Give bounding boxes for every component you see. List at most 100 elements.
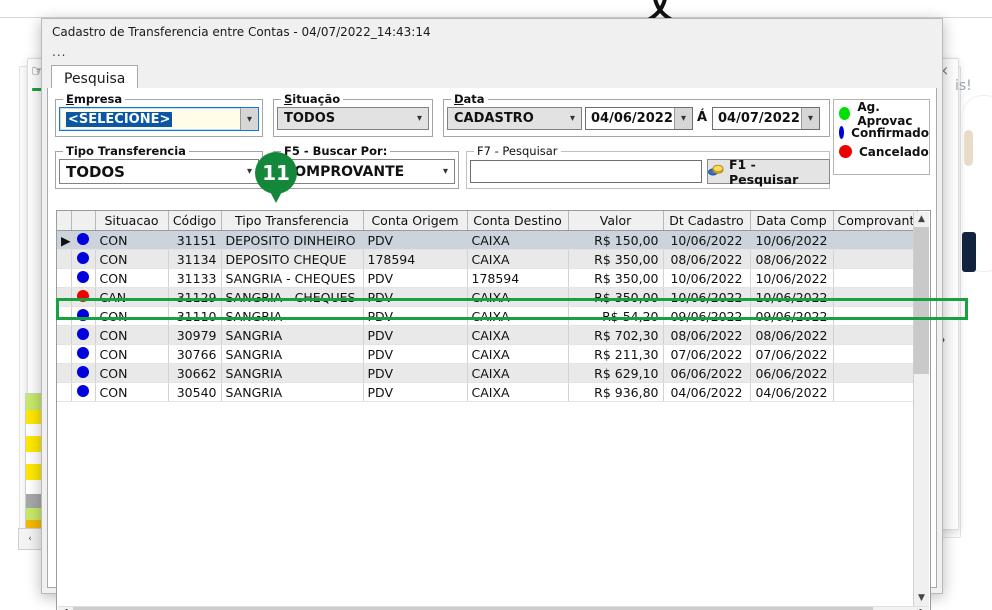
table-row[interactable]: CON 31133 SANGRIA - CHEQUES PDV 178594 R$ 350… bbox=[57, 268, 918, 288]
table-row[interactable]: CON 30766 SANGRIA PDV CAIXA R$ 211,30 07/06/20… bbox=[57, 344, 918, 364]
cell-dt-cadastro: 10/06/2022 bbox=[663, 287, 751, 307]
cell-data-comp: 10/06/2022 bbox=[750, 230, 834, 250]
status-dot-icon bbox=[77, 365, 89, 378]
cell-conta-origem: PDV bbox=[363, 230, 468, 250]
cell-dt-cadastro: 07/06/2022 bbox=[663, 344, 751, 364]
status-dot-cell bbox=[71, 344, 96, 364]
header-data-comp[interactable]: Data Comp bbox=[750, 211, 834, 231]
tipo-transferencia-value: TODOS bbox=[66, 162, 125, 181]
header-conta-destino[interactable]: Conta Destino bbox=[467, 211, 569, 231]
cell-codigo: 31110 bbox=[168, 306, 222, 326]
date-to-value: 04/07/2022 bbox=[718, 111, 800, 126]
row-marker bbox=[57, 268, 72, 288]
cell-valor: R$ 702,30 bbox=[568, 325, 664, 345]
legend-item-confirmado: Confirmado bbox=[834, 123, 929, 142]
scroll-up-icon[interactable]: ▲ bbox=[914, 212, 929, 227]
cell-comprovante bbox=[833, 268, 918, 288]
header-tipo-transferencia[interactable]: Tipo Transferencia bbox=[221, 211, 364, 231]
table-row[interactable]: CON 30540 SANGRIA PDV CAIXA R$ 936,80 04/06/20… bbox=[57, 382, 918, 402]
status-dot-icon bbox=[77, 308, 89, 321]
cell-situacao: CON bbox=[95, 306, 169, 326]
cell-situacao: CON bbox=[95, 363, 169, 383]
header-situacao[interactable]: Situacao bbox=[95, 211, 169, 231]
status-dot-cell bbox=[71, 306, 96, 326]
cell-dt-cadastro: 10/06/2022 bbox=[663, 268, 751, 288]
cell-dt-cadastro: 06/06/2022 bbox=[663, 363, 751, 383]
buscar-por-combobox[interactable]: COMPROVANTE ▾ bbox=[277, 159, 455, 184]
cell-tipo-transferencia: DEPOSITO CHEQUE bbox=[221, 249, 364, 269]
cell-data-comp: 09/06/2022 bbox=[750, 306, 834, 326]
cell-codigo: 31129 bbox=[168, 287, 222, 307]
status-dot-cell bbox=[71, 230, 96, 250]
label-data: Data bbox=[451, 92, 488, 106]
legend-label: Cancelado bbox=[859, 144, 929, 159]
chevron-down-icon: ▾ bbox=[442, 166, 449, 177]
status-dot-cell bbox=[71, 249, 96, 269]
tab-pesquisa[interactable]: Pesquisa bbox=[51, 65, 139, 89]
row-marker bbox=[57, 344, 72, 364]
cell-data-comp: 06/06/2022 bbox=[750, 363, 834, 383]
date-separator-label: Á bbox=[697, 110, 708, 125]
date-to-input[interactable]: 04/07/2022 ▾ bbox=[712, 107, 820, 130]
scroll-down-icon[interactable]: ▼ bbox=[914, 591, 929, 606]
cell-tipo-transferencia: SANGRIA bbox=[221, 344, 364, 364]
row-marker bbox=[57, 382, 72, 402]
background-scroll-left: ‹ bbox=[18, 528, 42, 550]
grid-vertical-scrollbar[interactable]: ▲ ▼ bbox=[913, 212, 929, 606]
cell-codigo: 31134 bbox=[168, 249, 222, 269]
header-comprovante[interactable]: Comprovante bbox=[833, 211, 918, 231]
date-from-input[interactable]: 04/06/2022 ▾ bbox=[585, 107, 693, 130]
dialog-title: Cadastro de Transferencia entre Contas -… bbox=[52, 25, 431, 39]
cell-valor: R$ 350,00 bbox=[568, 268, 664, 288]
situacao-combobox[interactable]: TODOS ▾ bbox=[277, 107, 429, 130]
table-row[interactable]: CON 31134 DEPOSITO CHEQUE 178594 CAIXA R$ 350… bbox=[57, 249, 918, 269]
cell-dt-cadastro: 04/06/2022 bbox=[663, 382, 751, 402]
cell-valor: R$ 150,00 bbox=[568, 230, 664, 250]
background-right-text: is! bbox=[955, 78, 972, 94]
cell-tipo-transferencia: SANGRIA bbox=[221, 325, 364, 345]
status-dot-cell bbox=[71, 268, 96, 288]
table-row[interactable]: CON 31110 SANGRIA PDV CAIXA R$ 54,20 09/06/202… bbox=[57, 306, 918, 326]
table-row[interactable]: CON 30662 SANGRIA PDV CAIXA R$ 629,10 06/06/20… bbox=[57, 363, 918, 383]
table-row[interactable]: CAN 31129 SANGRIA - CHEQUES PDV CAIXA R$ 350,… bbox=[57, 287, 918, 307]
header-codigo[interactable]: Código bbox=[168, 211, 222, 231]
label-tipo-transferencia: Tipo Transferencia bbox=[63, 144, 189, 158]
chevron-down-icon: ▾ bbox=[674, 108, 692, 129]
date-from-value: 04/06/2022 bbox=[591, 111, 673, 126]
row-marker bbox=[57, 363, 72, 383]
cell-data-comp: 08/06/2022 bbox=[750, 325, 834, 345]
grid-horizontal-scrollbar[interactable]: ❮ ❯ bbox=[58, 606, 929, 610]
search-panel: Empresa <SELECIONE> ▾ Situação TODOS ▾ D… bbox=[47, 88, 968, 610]
cell-data-comp: 10/06/2022 bbox=[750, 268, 834, 288]
status-dot-icon bbox=[77, 232, 89, 245]
cell-comprovante bbox=[833, 363, 918, 383]
header-status-dot bbox=[71, 211, 96, 231]
status-dot-icon bbox=[77, 384, 89, 397]
label-buscar-por: F5 - Buscar Por: bbox=[281, 144, 391, 158]
cell-tipo-transferencia: SANGRIA bbox=[221, 306, 364, 326]
header-conta-origem[interactable]: Conta Origem bbox=[363, 211, 468, 231]
empresa-combobox[interactable]: <SELECIONE> ▾ bbox=[59, 107, 259, 131]
search-input[interactable] bbox=[470, 160, 702, 183]
step-marker-11: 11 bbox=[255, 152, 297, 204]
data-tipo-combobox[interactable]: CADASTRO ▾ bbox=[447, 107, 582, 130]
header-dt-cadastro[interactable]: Dt Cadastro bbox=[663, 211, 751, 231]
header-valor[interactable]: Valor bbox=[568, 211, 664, 231]
cell-situacao: CON bbox=[95, 325, 169, 345]
label-situacao: Situação bbox=[281, 92, 344, 106]
f1-pesquisar-button[interactable]: F1 - Pesquisar bbox=[707, 157, 830, 187]
cell-codigo: 30979 bbox=[168, 325, 222, 345]
tipo-transferencia-combobox[interactable]: TODOS ▾ bbox=[59, 159, 259, 184]
vertical-scroll-thumb[interactable] bbox=[914, 227, 929, 374]
cell-data-comp: 08/06/2022 bbox=[750, 249, 834, 269]
legend-label: Confirmado bbox=[851, 125, 929, 140]
table-row[interactable]: CON 30979 SANGRIA PDV CAIXA R$ 702,30 08/06/20… bbox=[57, 325, 918, 345]
situacao-value: TODOS bbox=[284, 111, 336, 126]
transfers-grid[interactable]: Situacao Código Tipo Transferencia Conta… bbox=[56, 210, 931, 610]
cell-comprovante bbox=[833, 344, 918, 364]
label-pesquisar: F7 - Pesquisar bbox=[474, 144, 561, 158]
cell-valor: R$ 350,00 bbox=[568, 249, 664, 269]
table-row[interactable]: ▶ CON 31151 DEPOSITO DINHEIRO PDV CAIXA R$ 150… bbox=[57, 230, 918, 250]
cell-valor: R$ 54,20 bbox=[568, 306, 664, 326]
menu-ellipsis[interactable]: ... bbox=[52, 45, 66, 59]
